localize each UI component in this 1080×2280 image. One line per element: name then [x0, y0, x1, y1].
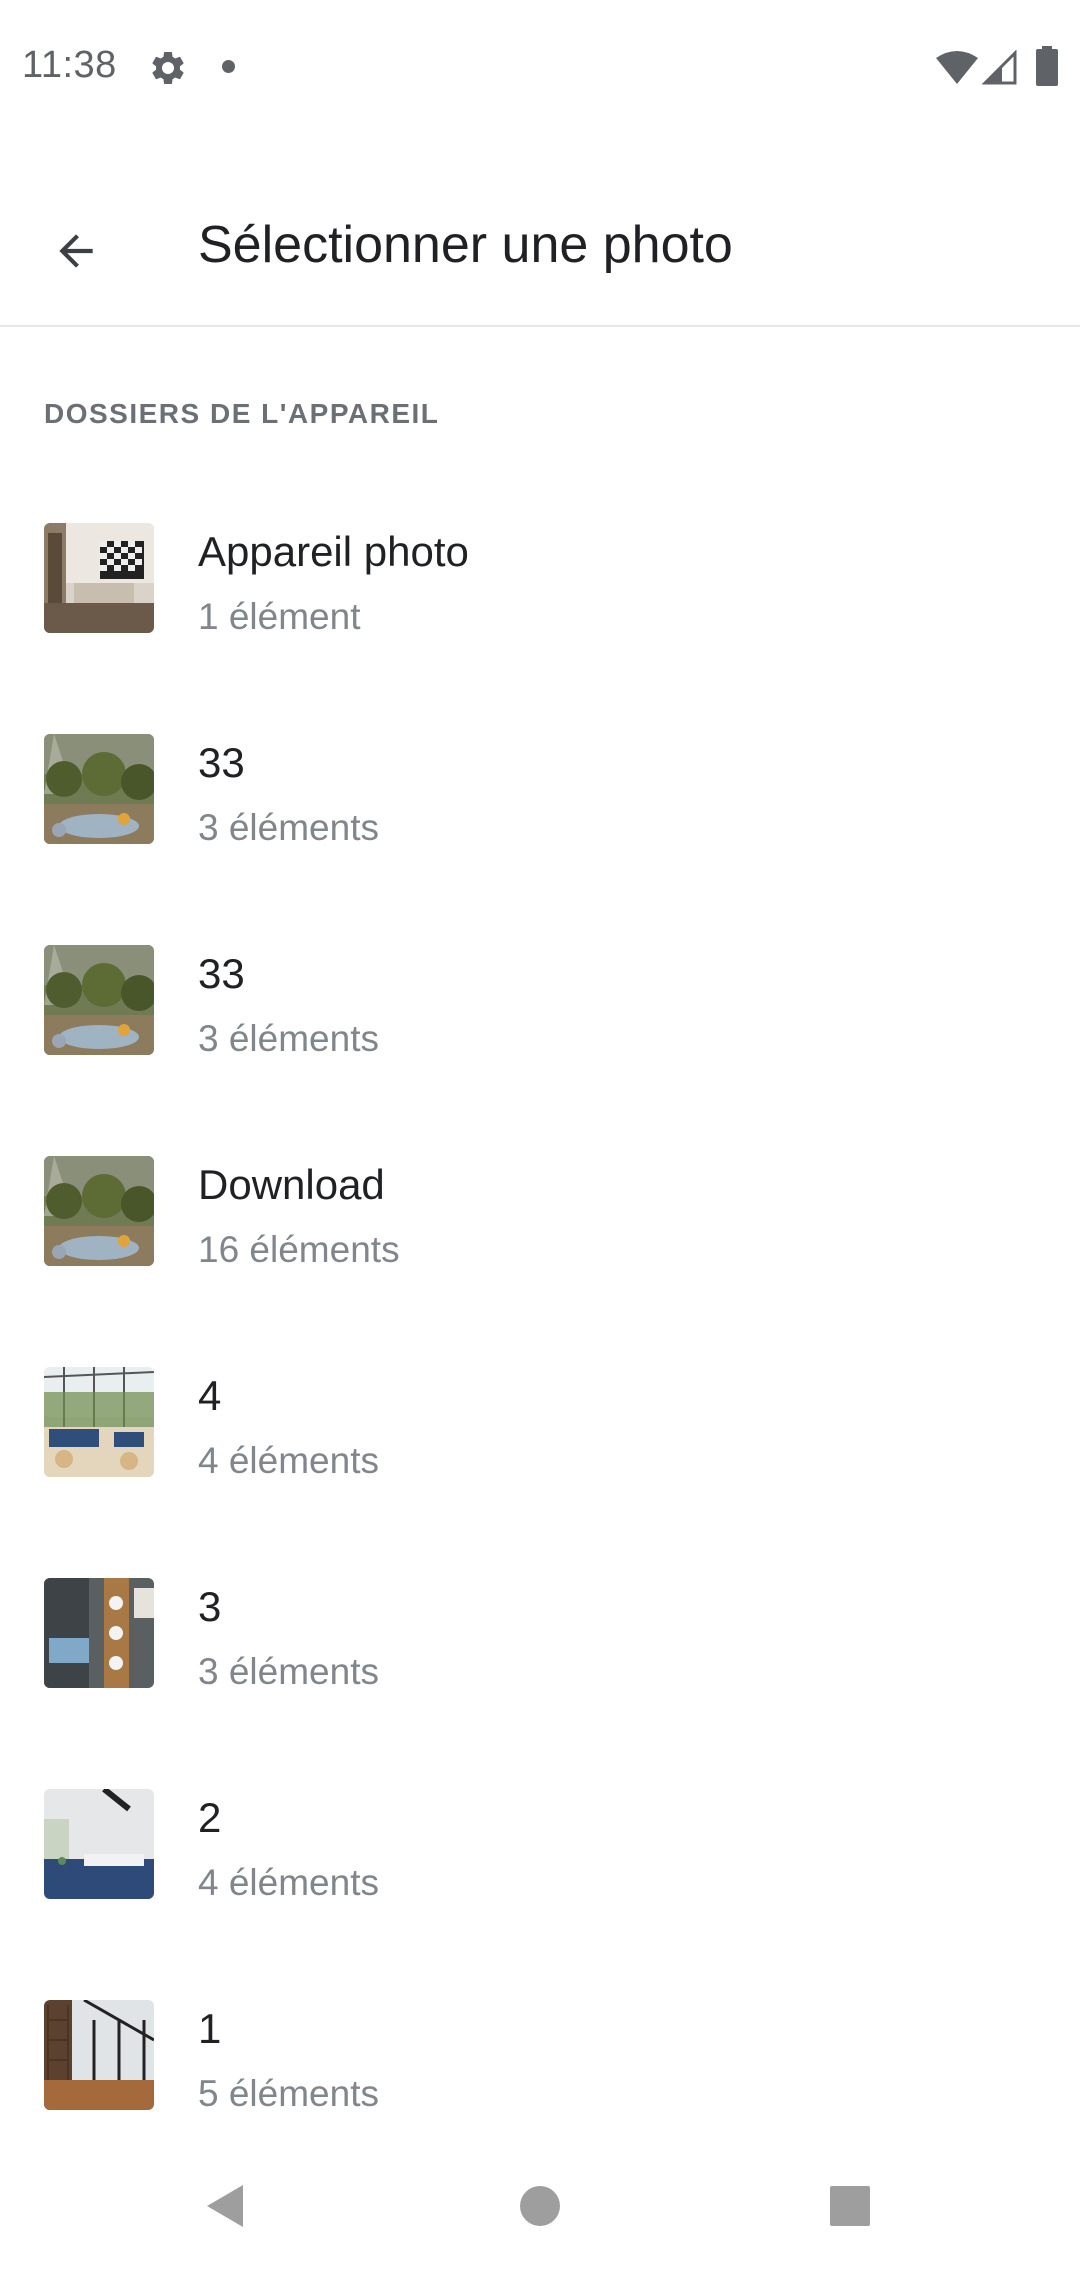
section-header: DOSSIERS DE L'APPAREIL	[44, 398, 440, 429]
folder-count: 5 éléments	[198, 2073, 379, 2114]
folder-name: 33	[198, 950, 245, 997]
folder-count: 3 éléments	[198, 1651, 379, 1692]
folder-thumbnail	[44, 734, 154, 844]
folder-name: 33	[198, 739, 245, 786]
folder-name: Download	[198, 1161, 385, 1208]
arrow-back-icon	[59, 234, 93, 268]
folder-list: Appareil photo 1 élément 33 3 éléments 33 3 é…	[0, 470, 1080, 2158]
folder-item[interactable]: 2 4 éléments	[0, 1736, 1080, 1947]
folder-name: 2	[198, 1794, 222, 1841]
folder-name: 1	[198, 2005, 222, 2052]
folder-count: 1 élément	[198, 596, 361, 637]
folder-count: 4 éléments	[198, 1862, 379, 1903]
battery-icon	[1036, 46, 1058, 86]
notification-dot-icon	[222, 60, 235, 73]
folder-item[interactable]: 1 5 éléments	[0, 1947, 1080, 2158]
folder-item[interactable]: 33 3 éléments	[0, 892, 1080, 1103]
folder-item[interactable]: 33 3 éléments	[0, 681, 1080, 892]
page-title: Sélectionner une photo	[198, 216, 733, 274]
nav-home-button[interactable]	[490, 2156, 590, 2256]
back-button[interactable]	[36, 211, 116, 291]
recents-square-icon	[830, 2186, 870, 2226]
home-circle-icon	[520, 2186, 560, 2226]
folder-thumbnail	[44, 2000, 154, 2110]
status-bar: 11:38	[0, 0, 1080, 135]
folder-name: Appareil photo	[198, 528, 469, 575]
folder-thumbnail	[44, 1367, 154, 1477]
settings-icon	[152, 51, 184, 84]
folder-name: 4	[198, 1372, 222, 1419]
folder-count: 3 éléments	[198, 1018, 379, 1059]
folder-thumbnail	[44, 1156, 154, 1266]
folder-item[interactable]: Download 16 éléments	[0, 1103, 1080, 1314]
folder-item[interactable]: 4 4 éléments	[0, 1314, 1080, 1525]
folder-item[interactable]: 3 3 éléments	[0, 1525, 1080, 1736]
app-bar: Sélectionner une photo	[0, 135, 1080, 327]
back-triangle-icon	[207, 2185, 243, 2227]
wifi-icon	[936, 51, 978, 84]
folder-thumbnail	[44, 945, 154, 1055]
folder-thumbnail	[44, 1789, 154, 1899]
folder-thumbnail	[44, 1578, 154, 1688]
folder-item[interactable]: Appareil photo 1 élément	[0, 470, 1080, 681]
folder-count: 3 éléments	[198, 807, 379, 848]
navigation-bar	[0, 2136, 1080, 2280]
status-time: 11:38	[22, 44, 117, 86]
signal-icon	[982, 50, 1017, 85]
nav-back-button[interactable]	[176, 2156, 276, 2256]
nav-recents-button[interactable]	[800, 2156, 900, 2256]
folder-count: 4 éléments	[198, 1440, 379, 1481]
folder-count: 16 éléments	[198, 1229, 400, 1270]
folder-thumbnail	[44, 523, 154, 633]
folder-name: 3	[198, 1583, 222, 1630]
